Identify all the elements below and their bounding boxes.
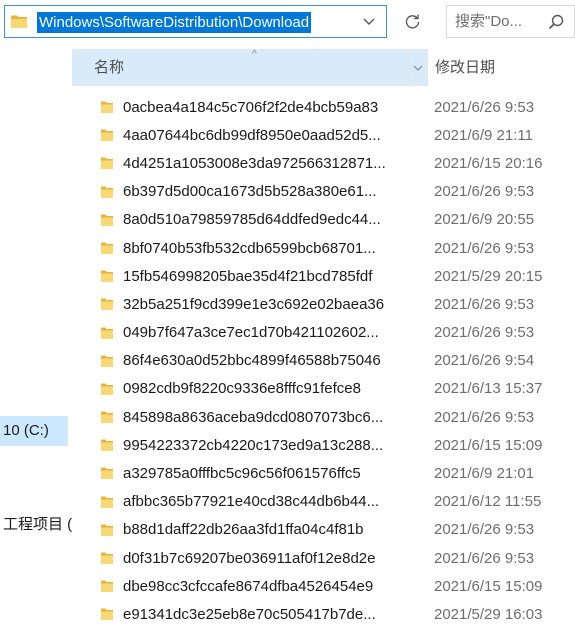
folder-icon [101, 439, 113, 452]
nav-item-drive-c[interactable]: 10 (C:) [0, 416, 68, 446]
folder-icon [101, 270, 113, 283]
navigation-pane: 10 (C:) 工程项目 ( [0, 46, 72, 630]
folder-icon [101, 242, 113, 254]
file-date: 2021/6/26 9:53 [434, 98, 535, 116]
refresh-icon [405, 14, 420, 29]
file-name: 0acbea4a184c5c706f2f2de4bcb59a83 [123, 98, 379, 116]
file-row[interactable]: 4aa07644bc6db99df8950e0aad52d5... 2021/6/… [72, 121, 575, 149]
file-date: 2021/5/29 16:03 [434, 605, 543, 623]
file-row[interactable]: 9954223372cb4220c173ed9a13c288... 2021/6/… [72, 431, 575, 459]
file-name: 4d4251a1053008e3da972566312871... [123, 154, 386, 172]
file-name: 9954223372cb4220c173ed9a13c288... [123, 436, 384, 454]
file-date: 2021/6/12 11:55 [434, 493, 542, 511]
file-list: 0acbea4a184c5c706f2f2de4bcb59a83 2021/6/2… [72, 93, 575, 629]
address-path[interactable]: Windows\SoftwareDistribution\Download [37, 12, 312, 33]
file-name: b88d1daff22db26aa3fd1ffa04c4f81b [123, 521, 364, 539]
folder-icon [101, 608, 113, 621]
file-row[interactable]: dbe98cc3cfccafe8674dfba4526454e9 2021/6/1… [72, 572, 575, 600]
file-row[interactable]: 8bf0740b53fb532cdb6599bcb68701... 2021/6/… [72, 234, 575, 262]
file-row[interactable]: 8a0d510a79859785d64ddfed9edc44... 2021/6/… [72, 206, 575, 234]
folder-icon [101, 383, 113, 395]
file-name: 0982cdb9f8220c9336e8fffc91fefce8 [123, 380, 361, 398]
address-bar-row: Windows\SoftwareDistribution\Download 搜索… [0, 0, 575, 46]
folder-icon [101, 327, 113, 339]
file-row[interactable]: e91341dc3e25eb8e70c505417b7de... 2021/5/2… [72, 600, 575, 628]
search-box[interactable]: 搜索"Do... [446, 5, 575, 38]
file-name: 8bf0740b53fb532cdb6599bcb68701... [123, 239, 376, 257]
file-row[interactable]: 4d4251a1053008e3da972566312871... 2021/6/… [72, 149, 575, 177]
folder-icon [101, 524, 113, 536]
folder-icon [101, 355, 113, 367]
file-name: 32b5a251f9cd399e1e3c692e02baea36 [123, 295, 385, 313]
file-name: 6b397d5d00ca1673d5b528a380e61... [123, 183, 377, 201]
file-row[interactable]: 0acbea4a184c5c706f2f2de4bcb59a83 2021/6/2… [72, 93, 575, 121]
file-row[interactable]: 6b397d5d00ca1673d5b528a380e61... 2021/6/2… [72, 178, 575, 206]
folder-icon [11, 15, 27, 28]
file-date: 2021/6/9 21:11 [434, 126, 533, 144]
file-date: 2021/6/15 15:09 [434, 577, 543, 595]
file-name: 049b7f647a3ce7ec1d70b421102602... [123, 324, 379, 342]
file-row[interactable]: 86f4e630a0d52bbc4899f46588b75046 2021/6/2… [72, 347, 575, 375]
file-date: 2021/6/26 9:53 [434, 239, 535, 257]
file-date: 2021/6/26 9:54 [434, 352, 535, 370]
refresh-button[interactable] [396, 5, 429, 38]
file-date: 2021/6/26 9:53 [434, 183, 535, 201]
file-name: afbbc365b77921e40cd38c44db6b44... [123, 493, 380, 511]
file-row[interactable]: afbbc365b77921e40cd38c44db6b44... 2021/6/… [72, 488, 575, 516]
folder-icon [101, 411, 113, 424]
column-date-header[interactable]: 修改日期 [435, 49, 495, 86]
file-name: e91341dc3e25eb8e70c505417b7de... [123, 605, 376, 623]
file-name: 4aa07644bc6db99df8950e0aad52d5... [123, 126, 381, 144]
file-row[interactable]: 32b5a251f9cd399e1e3c692e02baea36 2021/6/2… [72, 290, 575, 318]
folder-icon [101, 129, 113, 142]
file-name: dbe98cc3cfccafe8674dfba4526454e9 [123, 577, 374, 595]
column-header: ^ 名称 修改日期 [72, 49, 575, 86]
file-row[interactable]: 15fb546998205bae35d4f21bcd785fdf 2021/5/2… [72, 262, 575, 290]
file-name: 8a0d510a79859785d64ddfed9edc44... [123, 211, 381, 229]
file-row[interactable]: 0982cdb9f8220c9336e8fffc91fefce8 2021/6/1… [72, 375, 575, 403]
folder-icon [101, 467, 113, 480]
nav-item-label: 10 (C:) [3, 422, 49, 439]
search-icon[interactable] [548, 14, 564, 30]
folder-icon [101, 157, 113, 170]
file-date: 2021/6/9 20:55 [434, 211, 535, 229]
file-date: 2021/6/26 9:53 [434, 549, 535, 567]
file-date: 2021/6/26 9:53 [434, 295, 535, 313]
file-name: 15fb546998205bae35d4f21bcd785fdf [123, 267, 373, 285]
file-name: d0f31b7c69207be036911af0f12e8d2e [123, 549, 376, 567]
column-name-label: 名称 [94, 59, 125, 76]
file-row[interactable]: d0f31b7c69207be036911af0f12e8d2e 2021/6/2… [72, 544, 575, 572]
file-date: 2021/6/9 21:01 [434, 465, 535, 483]
file-row[interactable]: a329785a0fffbc5c96c56f061576ffc5 2021/6/9… [72, 459, 575, 487]
chevron-down-icon[interactable] [408, 49, 427, 86]
file-date: 2021/6/26 9:53 [434, 324, 535, 342]
file-date: 2021/6/15 15:09 [434, 436, 543, 454]
folder-icon [101, 101, 113, 113]
chevron-down-icon[interactable] [352, 6, 386, 37]
column-name-header[interactable]: ^ 名称 [72, 49, 428, 86]
address-bar[interactable]: Windows\SoftwareDistribution\Download [4, 5, 387, 38]
folder-icon [101, 580, 113, 593]
file-row[interactable]: b88d1daff22db26aa3fd1ffa04c4f81b 2021/6/2… [72, 516, 575, 544]
search-input[interactable]: 搜索"Do... [455, 6, 522, 37]
folder-icon [101, 298, 113, 311]
folder-icon [101, 496, 113, 508]
nav-item-project[interactable]: 工程项目 ( [0, 510, 72, 540]
sort-up-icon: ^ [252, 49, 257, 60]
folder-icon [101, 214, 113, 226]
folder-icon [101, 186, 113, 198]
file-date: 2021/6/26 9:53 [434, 408, 535, 426]
file-name: 86f4e630a0d52bbc4899f46588b75046 [123, 352, 381, 370]
nav-item-label: 工程项目 ( [3, 516, 73, 533]
file-date: 2021/5/29 20:15 [434, 267, 543, 285]
file-row[interactable]: 845898a8636aceba9dcd0807073bc6... 2021/6/… [72, 403, 575, 431]
file-date: 2021/6/13 15:37 [434, 380, 543, 398]
file-date: 2021/6/15 20:16 [434, 154, 543, 172]
folder-icon [101, 552, 113, 564]
file-row[interactable]: 049b7f647a3ce7ec1d70b421102602... 2021/6/… [72, 319, 575, 347]
file-date: 2021/6/26 9:53 [434, 521, 535, 539]
file-name: 845898a8636aceba9dcd0807073bc6... [123, 408, 384, 426]
file-name: a329785a0fffbc5c96c56f061576ffc5 [123, 465, 361, 483]
